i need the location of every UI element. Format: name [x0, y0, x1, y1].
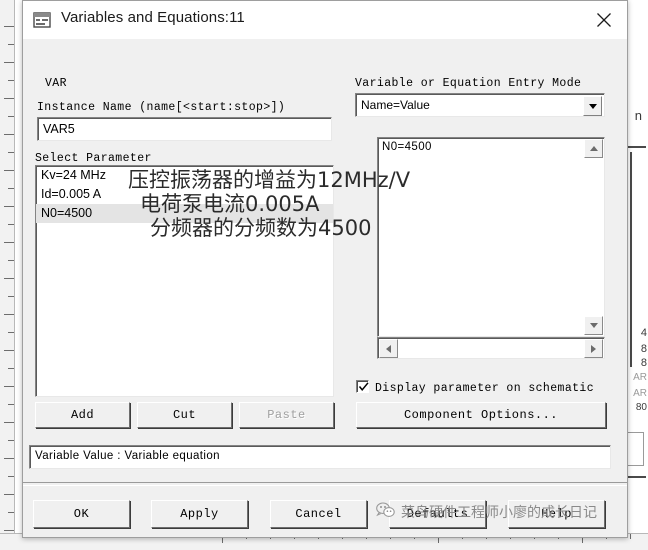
display-parameter-label: Display parameter on schematic	[375, 382, 595, 395]
background-fragment: 8	[640, 343, 647, 355]
cancel-button[interactable]: Cancel	[270, 500, 367, 528]
background-fragment: 80	[635, 402, 647, 413]
scroll-up-arrow-icon[interactable]	[584, 139, 603, 158]
variables-and-equations-dialog: Variables and Equations:11 VAR Instance …	[22, 0, 628, 538]
annotation-line: 分频器的分频数为4500	[150, 216, 372, 240]
background-fragment: AR	[633, 372, 647, 383]
component-options-button[interactable]: Component Options...	[356, 402, 606, 428]
background-fragment: 8	[640, 357, 647, 369]
background-wire	[630, 152, 632, 367]
paste-button: Paste	[239, 402, 334, 428]
add-button[interactable]: Add	[35, 402, 130, 428]
instance-name-label: Instance Name (name[<start:stop>])	[37, 101, 286, 114]
dialog-body: VAR Instance Name (name[<start:stop>]) V…	[23, 39, 627, 537]
scroll-left-arrow-icon[interactable]	[379, 339, 398, 358]
check-icon	[358, 382, 369, 391]
ok-button[interactable]: OK	[33, 500, 130, 528]
instance-name-input[interactable]: VAR5	[37, 117, 332, 141]
entry-mode-select[interactable]: Name=Value	[355, 93, 605, 117]
scroll-right-arrow-icon[interactable]	[584, 339, 603, 358]
instance-name-value: VAR5	[43, 122, 75, 136]
dialog-titlebar[interactable]: Variables and Equations:11	[23, 1, 627, 40]
chevron-down-icon[interactable]	[583, 96, 602, 116]
display-parameter-checkbox[interactable]	[356, 380, 369, 393]
equation-textarea[interactable]: N0=4500	[377, 137, 605, 337]
equation-horizontal-scrollbar[interactable]	[377, 337, 605, 359]
equation-text: N0=4500	[382, 141, 432, 153]
defaults-button[interactable]: Defaults	[389, 500, 486, 528]
app-window-icon	[32, 10, 52, 30]
var-group-label: VAR	[45, 77, 67, 90]
apply-button[interactable]: Apply	[151, 500, 248, 528]
status-bar-text: Variable Value : Variable equation	[35, 450, 220, 462]
entry-mode-value: Name=Value	[361, 98, 430, 112]
status-bar: Variable Value : Variable equation	[29, 445, 611, 469]
entry-mode-label: Variable or Equation Entry Mode	[355, 77, 582, 90]
help-button[interactable]: Help	[508, 500, 605, 528]
vertical-ruler	[0, 0, 15, 550]
scroll-down-arrow-icon[interactable]	[584, 316, 603, 335]
background-fragment: n	[634, 108, 642, 123]
close-icon[interactable]	[581, 1, 627, 39]
cut-button[interactable]: Cut	[137, 402, 232, 428]
dialog-title: Variables and Equations:11	[61, 9, 245, 26]
background-fragment: AR	[633, 388, 647, 399]
footer-divider	[23, 482, 627, 486]
background-fragment: 4	[640, 327, 647, 339]
